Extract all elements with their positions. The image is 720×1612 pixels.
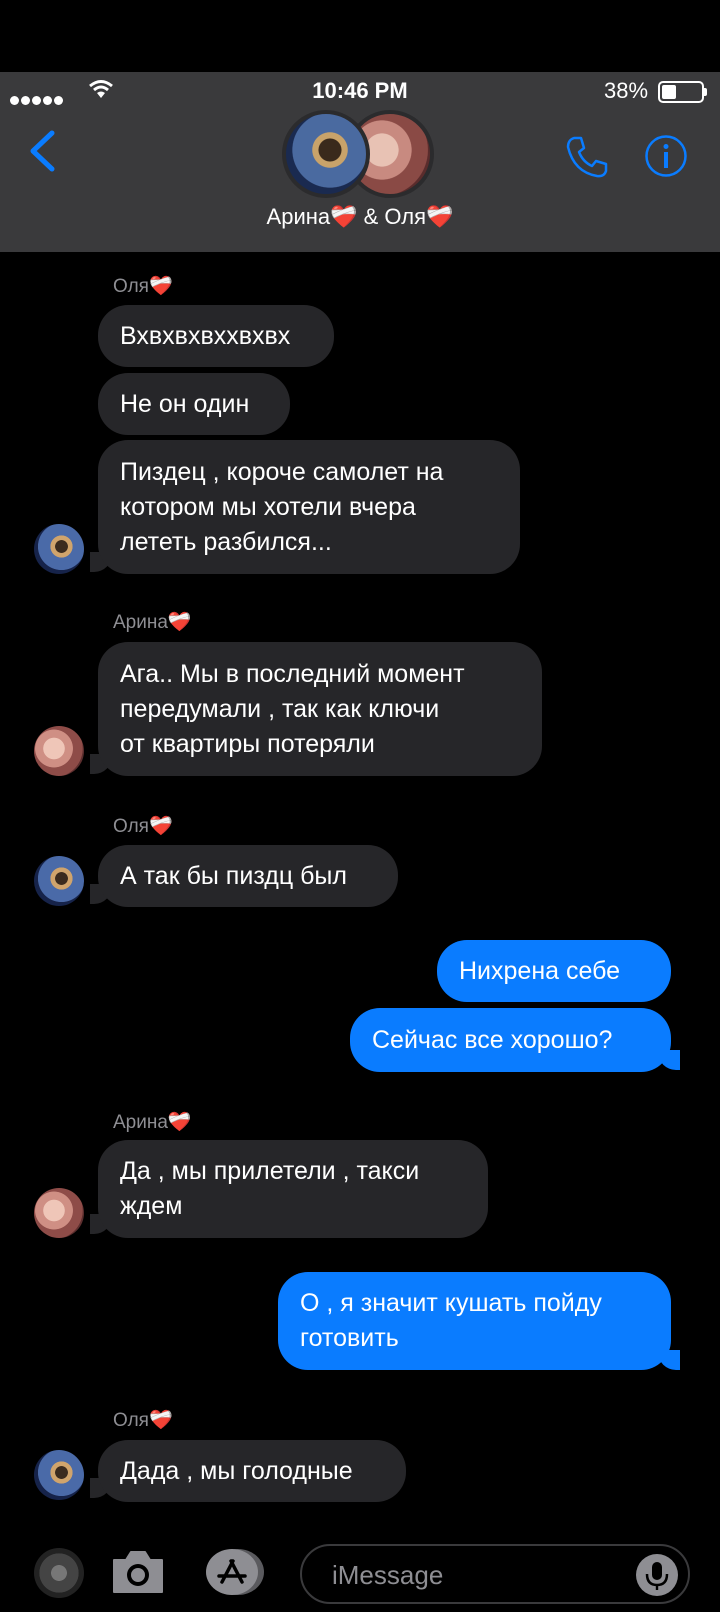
- message-text: Не он один: [120, 389, 250, 418]
- message-text: Нихрена себе: [459, 956, 621, 985]
- message-line: ждем: [120, 1192, 183, 1220]
- sender-name: Оля❤️‍🩹: [113, 276, 173, 297]
- battery-tip: [704, 88, 707, 96]
- phone-icon[interactable]: [564, 134, 610, 180]
- message-bubble[interactable]: Да , мы прилетели , такси ждем: [98, 1140, 488, 1238]
- conversation-title[interactable]: Арина❤️‍🩹 & Оля❤️‍🩹: [0, 204, 720, 230]
- chevron-left-icon[interactable]: [28, 130, 56, 172]
- memoji-avatar[interactable]: [34, 1548, 84, 1598]
- avatar-arina[interactable]: [34, 726, 84, 776]
- app-store-icon[interactable]: [204, 1548, 268, 1596]
- avatar-olya[interactable]: [34, 1450, 84, 1500]
- message-bubble[interactable]: Ага.. Мы в последний момент передумали ,…: [98, 642, 542, 776]
- message-text: Вхвхвхвххвхвх: [120, 321, 291, 350]
- sender-name: Оля❤️‍🩹: [113, 816, 173, 837]
- message-line: передумали , так как ключи: [120, 694, 440, 723]
- info-icon[interactable]: [644, 134, 688, 178]
- sender-name: Арина❤️‍🩹: [113, 1112, 192, 1133]
- message-line: готовить: [300, 1324, 399, 1352]
- battery-percent: 38%: [604, 78, 649, 103]
- message-input[interactable]: iMessage: [300, 1544, 690, 1604]
- message-text: А так бы пиздц был: [120, 861, 347, 890]
- avatar-arina[interactable]: [282, 110, 370, 198]
- message-text: Сейчас все хорошо?: [372, 1025, 613, 1054]
- status-bar: 10:46 PM 38%: [0, 76, 720, 106]
- avatar-arina[interactable]: [34, 1188, 84, 1238]
- message-input-placeholder: iMessage: [332, 1560, 444, 1590]
- battery-icon: [658, 81, 704, 103]
- message-bubble-outgoing[interactable]: Нихрена себе: [437, 940, 671, 1002]
- message-bubble[interactable]: Пиздец , короче самолет на котором мы хо…: [98, 440, 520, 574]
- message-line: от квартиры потеряли: [120, 729, 375, 758]
- message-line: Пиздец , короче самолет на: [120, 457, 444, 486]
- message-bubble[interactable]: Вхвхвхвххвхвх: [98, 305, 334, 367]
- sender-name: Арина❤️‍🩹: [113, 612, 192, 633]
- message-bubble[interactable]: Дада , мы голодные: [98, 1440, 406, 1502]
- message-text: Дада , мы голодные: [120, 1456, 353, 1485]
- message-line: лететь разбился...: [120, 527, 332, 556]
- message-line: Ага.. Мы в последний момент: [120, 659, 465, 688]
- message-line: котором мы хотели вчера: [120, 492, 416, 521]
- microphone-icon[interactable]: [636, 1554, 678, 1596]
- sender-name: Оля❤️‍🩹: [113, 1410, 173, 1431]
- camera-icon[interactable]: [110, 1548, 166, 1596]
- message-bubble[interactable]: Не он один: [98, 373, 290, 435]
- avatar-olya[interactable]: [34, 856, 84, 906]
- avatar-olya[interactable]: [34, 524, 84, 574]
- message-bubble-outgoing[interactable]: О , я значит кушать пойду готовить: [278, 1272, 671, 1370]
- message-bubble[interactable]: А так бы пиздц был: [98, 845, 398, 907]
- message-line: Да , мы прилетели , такси: [120, 1157, 420, 1185]
- message-bubble-outgoing[interactable]: Сейчас все хорошо?: [350, 1008, 671, 1072]
- message-line: О , я значит кушать пойду: [300, 1289, 602, 1317]
